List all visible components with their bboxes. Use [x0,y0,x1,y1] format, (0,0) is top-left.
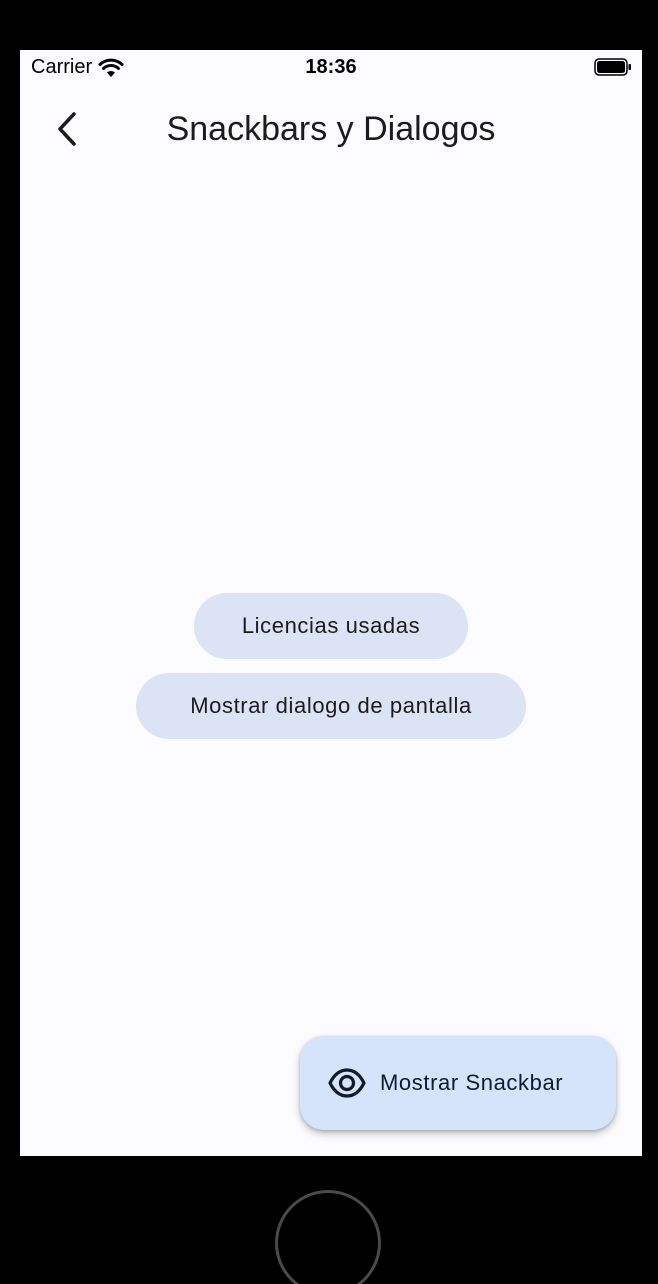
mostrar-snackbar-fab[interactable]: Mostrar Snackbar [300,1036,616,1130]
button-group: Licencias usadas Mostrar dialogo de pant… [20,593,642,739]
battery-full-icon [594,58,631,76]
status-bar: Carrier 18:36 [20,50,642,84]
app-screen: Carrier 18:36 Snackbars y Dialogos Licen… [20,50,642,1156]
status-time: 18:36 [305,56,357,78]
home-button[interactable] [275,1190,381,1284]
mostrar-dialogo-button[interactable]: Mostrar dialogo de pantalla [136,673,526,739]
fab-label: Mostrar Snackbar [380,1070,564,1095]
app-bar: Snackbars y Dialogos [20,94,642,168]
device-frame: Carrier 18:36 Snackbars y Dialogos Licen… [0,0,658,1284]
licencias-usadas-button[interactable]: Licencias usadas [194,593,468,659]
page-title: Snackbars y Dialogos [166,110,496,148]
eye-icon [328,1068,366,1098]
